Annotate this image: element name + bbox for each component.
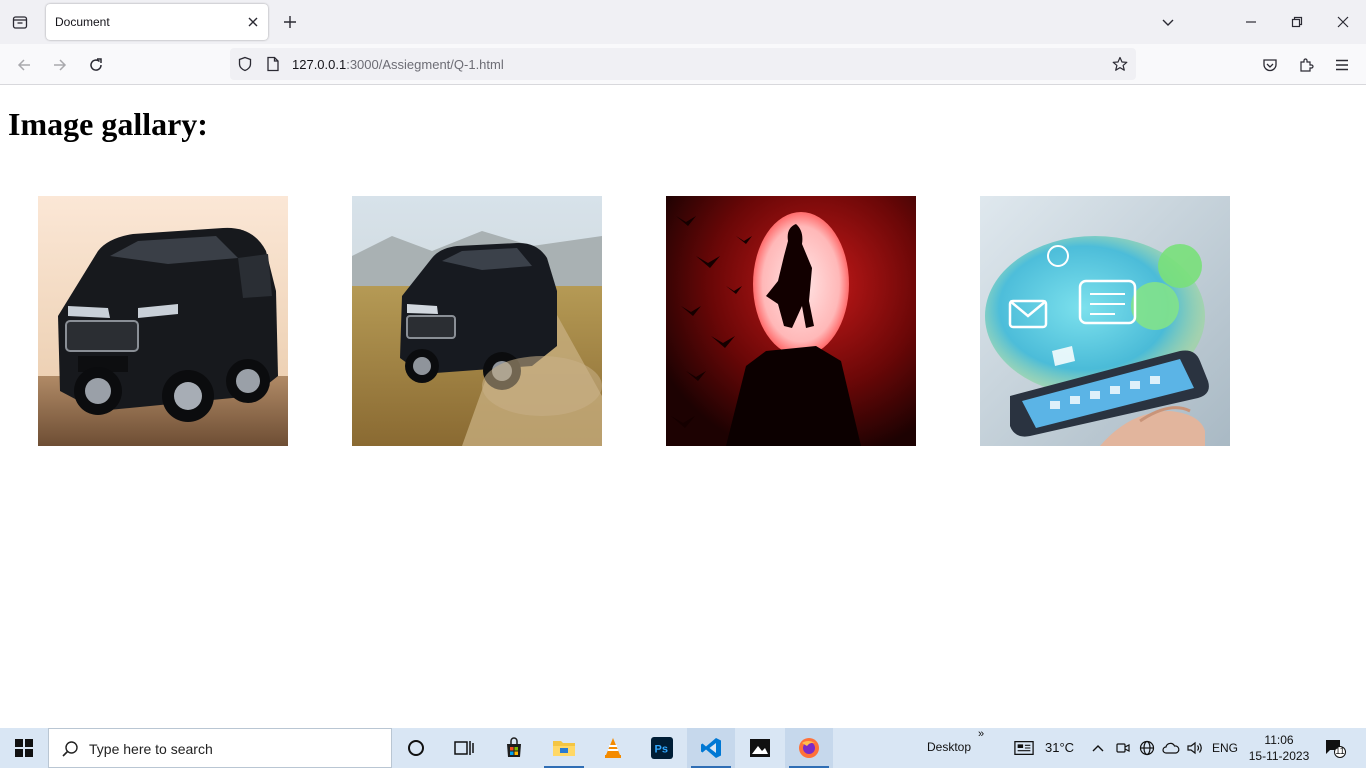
browser-tab-strip: Document [0, 0, 1366, 44]
navigation-toolbar: 127.0.0.1:3000/Assiegment/Q-1.html [0, 44, 1366, 85]
svg-text:Ps: Ps [655, 744, 668, 756]
reload-icon[interactable] [84, 53, 108, 77]
close-tab-icon[interactable] [244, 13, 262, 31]
vlc-icon[interactable] [589, 728, 637, 768]
cortana-icon[interactable] [392, 728, 440, 768]
bookmark-star-icon[interactable] [1110, 54, 1130, 74]
gallery-image-suv-front [38, 196, 288, 446]
web-page-content: Image gallary: [0, 85, 1366, 728]
url-text[interactable]: 127.0.0.1:3000/Assiegment/Q-1.html [292, 57, 504, 72]
weather-icon[interactable] [1014, 738, 1034, 758]
extensions-icon[interactable] [1294, 53, 1318, 77]
photos-icon[interactable] [736, 728, 784, 768]
microsoft-store-icon[interactable] [490, 728, 538, 768]
url-path: :3000/Assiegment/Q-1.html [346, 57, 504, 72]
clock-time: 11:06 [1264, 733, 1294, 747]
weather-temperature[interactable]: 31°C [1045, 740, 1074, 755]
search-icon [62, 741, 78, 757]
input-language[interactable]: ENG [1212, 741, 1238, 755]
chevron-down-icon[interactable] [1158, 12, 1178, 32]
shield-icon[interactable] [236, 55, 254, 73]
globe-icon[interactable] [1137, 738, 1157, 758]
notification-count: 11 [1335, 746, 1345, 756]
clock-date: 15-11-2023 [1248, 749, 1310, 763]
file-explorer-icon[interactable] [540, 728, 588, 768]
new-tab-icon[interactable] [280, 12, 300, 32]
chevron-up-icon[interactable] [1088, 738, 1108, 758]
photoshop-icon[interactable]: Ps [638, 728, 686, 768]
system-clock[interactable]: 11:06 15-11-2023 [1244, 732, 1314, 764]
page-icon[interactable] [264, 55, 282, 73]
firefox-icon[interactable] [785, 728, 833, 768]
volume-icon[interactable] [1185, 738, 1205, 758]
windows-start-icon[interactable] [0, 728, 48, 768]
menu-icon[interactable] [1330, 53, 1354, 77]
url-host: 127.0.0.1 [292, 57, 347, 72]
browser-tab[interactable]: Document [46, 4, 268, 40]
vscode-icon[interactable] [687, 728, 735, 768]
gallery-image-suv-road [352, 196, 602, 446]
task-view-icon[interactable] [440, 728, 488, 768]
taskbar-search-box[interactable]: Type here to search [48, 728, 392, 768]
chevron-right-icon[interactable]: » [978, 728, 984, 740]
search-placeholder: Type here to search [89, 741, 213, 757]
close-window-icon[interactable] [1333, 12, 1353, 32]
back-arrow-icon[interactable] [12, 53, 36, 77]
gallery-image-social-phone [980, 196, 1230, 446]
meet-now-icon[interactable] [1113, 738, 1133, 758]
tab-title: Document [55, 15, 110, 29]
tab-list-icon[interactable] [8, 10, 32, 34]
address-bar[interactable]: 127.0.0.1:3000/Assiegment/Q-1.html [230, 48, 1136, 80]
pocket-icon[interactable] [1258, 53, 1282, 77]
restore-icon[interactable] [1287, 12, 1307, 32]
desktop-toolbar-label[interactable]: Desktop [927, 740, 971, 754]
windows-taskbar: Type here to search Ps Desktop » 31°C EN… [0, 728, 1366, 768]
notification-center-icon[interactable]: 11 [1322, 738, 1348, 758]
gallery-image-red-moon [666, 196, 916, 446]
minimize-icon[interactable] [1241, 12, 1261, 32]
onedrive-icon[interactable] [1161, 738, 1181, 758]
forward-arrow-icon[interactable] [48, 53, 72, 77]
page-heading: Image gallary: [8, 106, 208, 142]
